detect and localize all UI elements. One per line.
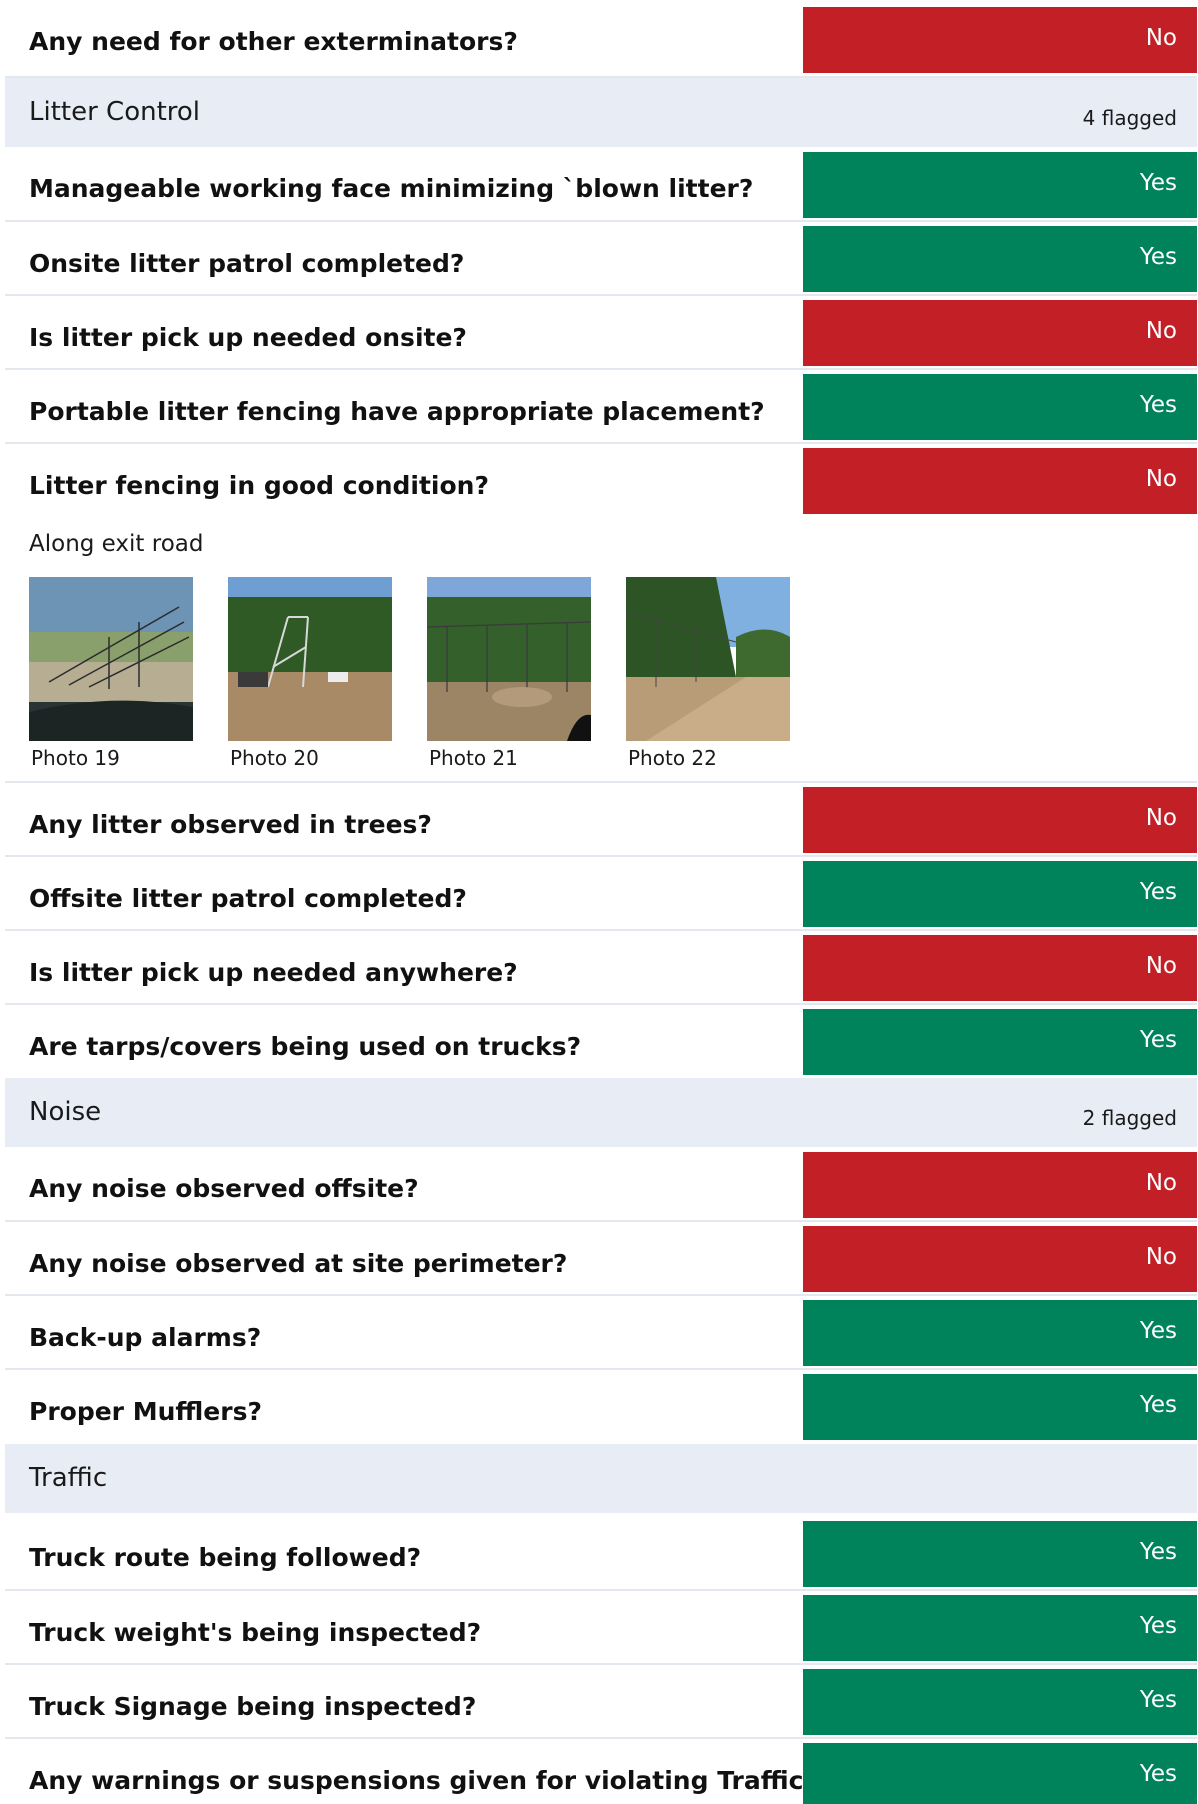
question-text: Back-up alarms? [29, 1323, 262, 1352]
inspector-note: Along exit road [29, 531, 204, 557]
question-text: Is litter pick up needed onsite? [29, 323, 467, 352]
photo-caption: Photo 19 [31, 746, 120, 770]
inspection-report: Any need for other exterminators? No Lit… [0, 0, 1198, 1804]
question-text: Portable litter fencing have appropriate… [29, 397, 765, 426]
question-row: Any noise observed offsite? No [5, 1147, 1197, 1222]
section-title: Litter Control [29, 97, 201, 127]
answer-yes-badge: Yes [803, 1300, 1197, 1366]
question-text: Truck Signage being inspected? [29, 1692, 477, 1721]
photo-thumbnail[interactable] [427, 577, 591, 741]
question-text: Any noise observed at site perimeter? [29, 1249, 568, 1278]
answer-no-badge: No [803, 787, 1197, 853]
answer-yes-badge: Yes [803, 226, 1197, 292]
answer-no-badge: No [803, 300, 1197, 366]
section-header-litter-control: Litter Control 4 flagged [5, 78, 1197, 147]
question-text: Truck weight's being inspected? [29, 1618, 482, 1647]
litter-fence-photo-icon [228, 577, 392, 741]
photo-thumbnail[interactable] [626, 577, 790, 741]
answer-yes-badge: Yes [803, 1374, 1197, 1440]
question-row: Is litter pick up needed onsite? No [5, 296, 1197, 370]
question-text: Onsite litter patrol completed? [29, 249, 465, 278]
answer-no-badge: No [803, 935, 1197, 1001]
flagged-count: 2 flagged [1082, 1106, 1177, 1130]
section-header-noise: Noise 2 flagged [5, 1078, 1197, 1147]
question-text: Litter fencing in good condition? [29, 471, 489, 500]
question-row: Any warnings or suspensions given for vi… [5, 1739, 1197, 1804]
question-row: Offsite litter patrol completed? Yes [5, 857, 1197, 931]
question-row: Truck route being followed? Yes [5, 1513, 1197, 1591]
section-title: Traffic [29, 1463, 108, 1493]
question-row: Manageable working face minimizing `blow… [5, 147, 1197, 222]
answer-no-badge: No [803, 7, 1197, 73]
photo-caption: Photo 21 [429, 746, 518, 770]
section-title: Noise [29, 1097, 102, 1127]
question-row: Any need for other exterminators? No [5, 0, 1197, 78]
question-row: Truck weight's being inspected? Yes [5, 1591, 1197, 1665]
answer-no-badge: No [803, 448, 1197, 514]
question-text: Proper Mufflers? [29, 1397, 262, 1426]
question-text: Any warnings or suspensions given for vi… [29, 1766, 804, 1795]
answer-yes-badge: Yes [803, 374, 1197, 440]
question-text: Any need for other exterminators? [29, 27, 518, 56]
photo-caption: Photo 20 [230, 746, 319, 770]
question-row: Proper Mufflers? Yes [5, 1370, 1197, 1444]
question-text: Is litter pick up needed anywhere? [29, 958, 518, 987]
answer-yes-badge: Yes [803, 152, 1197, 218]
photo-thumbnail[interactable] [228, 577, 392, 741]
question-row: Are tarps/covers being used on trucks? Y… [5, 1005, 1197, 1078]
question-text: Manageable working face minimizing `blow… [29, 174, 754, 203]
answer-yes-badge: Yes [803, 1009, 1197, 1075]
photo-thumbnail[interactable] [29, 577, 193, 741]
question-text: Any litter observed in trees? [29, 810, 432, 839]
litter-fence-photo-icon [29, 577, 193, 741]
answer-no-badge: No [803, 1152, 1197, 1218]
question-row: Back-up alarms? Yes [5, 1296, 1197, 1370]
photo-caption: Photo 22 [628, 746, 717, 770]
question-text: Are tarps/covers being used on trucks? [29, 1032, 582, 1061]
section-header-traffic: Traffic [5, 1444, 1197, 1513]
answer-yes-badge: Yes [803, 861, 1197, 927]
question-row: Is litter pick up needed anywhere? No [5, 931, 1197, 1005]
answer-yes-badge: Yes [803, 1743, 1197, 1804]
litter-fence-photo-icon [427, 577, 591, 741]
question-row: Onsite litter patrol completed? Yes [5, 222, 1197, 296]
answer-yes-badge: Yes [803, 1595, 1197, 1661]
litter-fence-photo-icon [626, 577, 790, 741]
question-text: Offsite litter patrol completed? [29, 884, 467, 913]
question-row: Truck Signage being inspected? Yes [5, 1665, 1197, 1739]
question-text: Truck route being followed? [29, 1543, 422, 1572]
question-row: Any noise observed at site perimeter? No [5, 1222, 1197, 1296]
answer-yes-badge: Yes [803, 1521, 1197, 1587]
answer-yes-badge: Yes [803, 1669, 1197, 1735]
question-row: Portable litter fencing have appropriate… [5, 370, 1197, 444]
question-row-with-photos: Litter fencing in good condition? No Alo… [5, 444, 1197, 783]
answer-no-badge: No [803, 1226, 1197, 1292]
flagged-count: 4 flagged [1082, 106, 1177, 130]
question-text: Any noise observed offsite? [29, 1174, 419, 1203]
question-row: Any litter observed in trees? No [5, 783, 1197, 857]
